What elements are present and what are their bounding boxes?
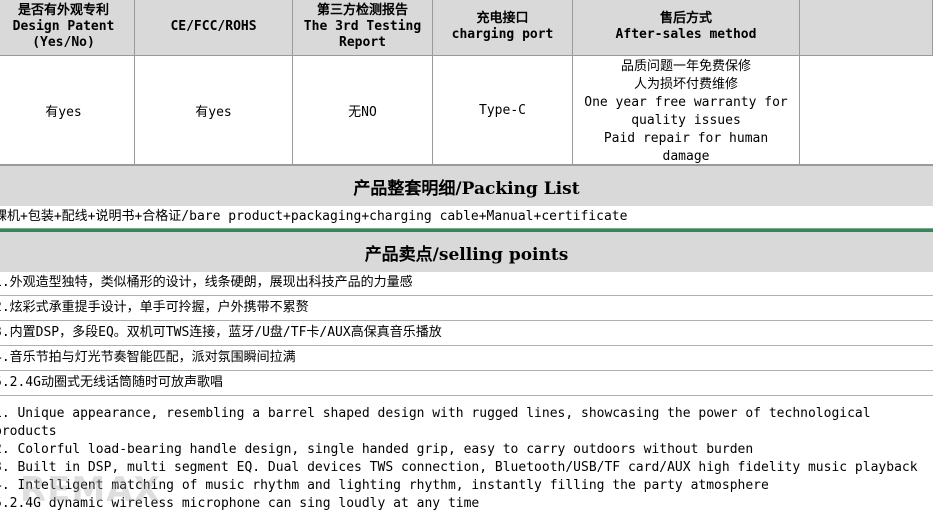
selling-point-en: 2. Colorful load-bearing handle design, … xyxy=(0,442,754,457)
header-label: CE/FCC/ROHS xyxy=(170,19,257,34)
header-label: After-sales method xyxy=(615,27,757,42)
header-label: 售后方式 xyxy=(659,11,712,26)
selling-point-cn: 4.音乐节拍与灯光节奏智能匹配，派对氛围瞬间拉满 xyxy=(0,345,933,371)
header-label: 充电接口 xyxy=(476,11,529,26)
value-design-patent: 有yes xyxy=(0,56,135,165)
packing-list-title: 产品整套明细/Packing List xyxy=(0,165,933,206)
warranty-line: quality issues xyxy=(631,113,741,128)
header-label: 是否有外观专利 xyxy=(17,3,109,18)
spec-data-row: 有yes 有yes 无NO Type-C 品质问题一年免费保修 人为损坏付费维修… xyxy=(0,56,933,165)
spec-header-row: 是否有外观专利 Design Patent (Yes/No) CE/FCC/RO… xyxy=(0,0,933,56)
header-label: (Yes/No) xyxy=(32,35,95,50)
value-certification: 有yes xyxy=(135,56,293,165)
value-charging-port: Type-C xyxy=(433,56,573,165)
header-label: Report xyxy=(339,35,386,50)
header-label: Design Patent xyxy=(12,19,115,34)
value-testing-report: 无NO xyxy=(293,56,433,165)
header-after-sales: 售后方式 After-sales method xyxy=(573,0,800,56)
header-label: charging port xyxy=(451,27,554,42)
header-testing-report: 第三方检测报告 The 3rd Testing Report xyxy=(293,0,433,56)
header-charging-port: 充电接口 charging port xyxy=(433,0,573,56)
value-empty xyxy=(800,56,933,165)
header-certification: CE/FCC/ROHS xyxy=(135,0,293,56)
selling-points-title: 产品卖点/selling points xyxy=(0,229,933,272)
selling-point-en: 1. Unique appearance, resembling a barre… xyxy=(0,406,871,439)
warranty-line: 品质问题一年免费保修 xyxy=(620,59,751,74)
value-after-sales: 品质问题一年免费保修 人为损坏付费维修 One year free warran… xyxy=(573,56,800,165)
header-empty xyxy=(800,0,933,56)
warranty-line: 人为损坏付费维修 xyxy=(633,77,738,92)
selling-point-cn: 2.炫彩式承重提手设计，单手可拎握，户外携带不累赘 xyxy=(0,295,933,321)
brand-watermark: REMAX xyxy=(20,470,161,510)
selling-point-cn: 1.外观造型独特，类似桶形的设计，线条硬朗，展现出科技产品的力量感 xyxy=(0,270,933,296)
warranty-line: Paid repair for human xyxy=(603,131,769,146)
selling-point-cn: 5.2.4G动圈式无线话筒随时可放声歌唱 xyxy=(0,370,933,396)
selling-point-cn: 3.内置DSP，多段EQ。双机可TWS连接，蓝牙/U盘/TF卡/AUX高保真音乐… xyxy=(0,320,933,346)
warranty-line: One year free warranty for xyxy=(584,95,788,110)
warranty-line: damage xyxy=(662,149,710,164)
header-label: The 3rd Testing xyxy=(303,19,422,34)
header-design-patent: 是否有外观专利 Design Patent (Yes/No) xyxy=(0,0,135,56)
header-label: 第三方检测报告 xyxy=(316,3,408,18)
packing-list-content: 裸机+包装+配线+说明书+合格证/bare product+packaging+… xyxy=(0,206,933,229)
